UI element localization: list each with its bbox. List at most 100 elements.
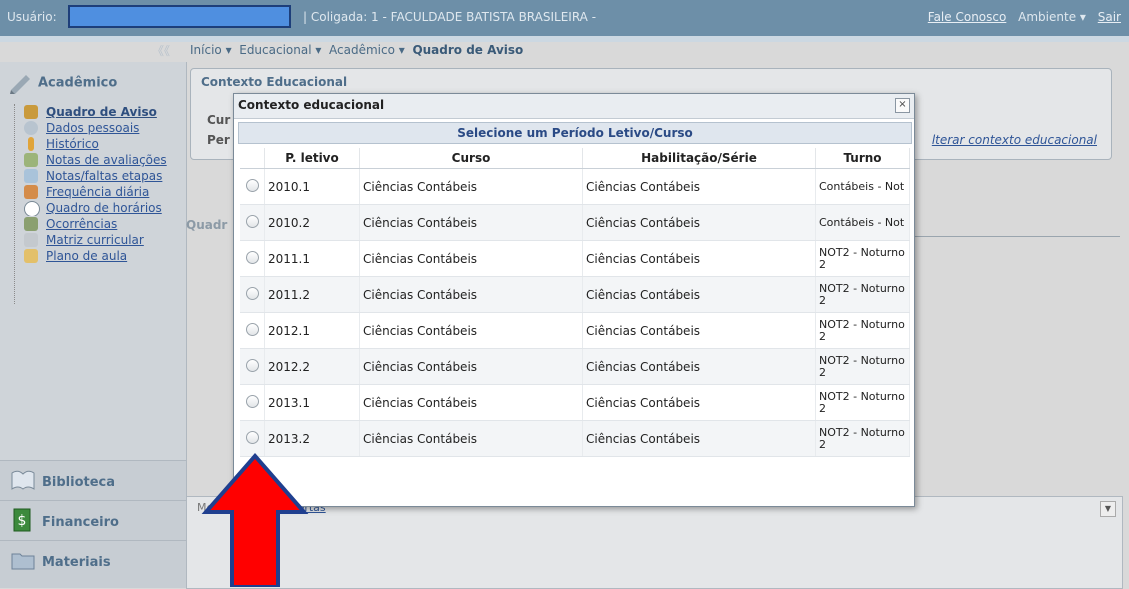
- curso-cell: Ciências Contábeis: [359, 384, 583, 421]
- users-icon: [24, 105, 38, 119]
- sidebar-item-frequencia[interactable]: Frequência diária: [16, 184, 196, 200]
- period-radio[interactable]: [245, 322, 259, 336]
- pen-icon: [24, 153, 38, 167]
- periods-table: P. letivo Curso Habilitação/Série Turno …: [240, 148, 910, 457]
- periodo-cell: 2012.1: [264, 312, 360, 349]
- period-radio[interactable]: [245, 430, 259, 444]
- sidebar-section-academico[interactable]: Acadêmico: [8, 70, 117, 96]
- table-row[interactable]: 2011.1 Ciências Contábeis Ciências Contá…: [240, 240, 910, 277]
- periodo-cell: 2010.1: [264, 168, 360, 205]
- sidebar-section-materiais[interactable]: Materiais: [0, 540, 186, 588]
- turno-cell: Contábeis - Not: [815, 204, 910, 241]
- sidebar-item-label: Matriz curricular: [46, 233, 144, 247]
- folder-icon: [11, 553, 35, 570]
- sidebar-item-historico[interactable]: Histórico: [16, 136, 196, 152]
- collapse-sidebar-icon[interactable]: 《《: [152, 42, 170, 59]
- table-header-row: P. letivo Curso Habilitação/Série Turno: [240, 148, 910, 169]
- sidebar-item-notas-faltas[interactable]: Notas/faltas etapas: [16, 168, 196, 184]
- breadcrumb-educacional[interactable]: Educacional ▾: [239, 43, 321, 57]
- periodo-cell: 2012.2: [264, 348, 360, 385]
- curso-cell: Ciências Contábeis: [359, 276, 583, 313]
- sidebar-item-label: Frequência diária: [46, 185, 150, 199]
- money-icon: $: [13, 508, 31, 532]
- table-row[interactable]: 2010.2 Ciências Contábeis Ciências Contá…: [240, 204, 910, 241]
- sidebar-section-financeiro[interactable]: $ Financeiro: [0, 500, 186, 541]
- person-icon: [24, 121, 38, 135]
- fale-conosco-link[interactable]: Fale Conosco: [928, 10, 1007, 24]
- table-row[interactable]: 2012.1 Ciências Contábeis Ciências Contá…: [240, 312, 910, 349]
- sidebar-item-dados-pessoais[interactable]: Dados pessoais: [16, 120, 196, 136]
- header-curso: Curso: [359, 148, 583, 169]
- breadcrumb-inicio[interactable]: Início ▾: [190, 43, 232, 57]
- turno-cell: NOT2 - Noturno 2: [815, 312, 910, 349]
- table-icon: [24, 169, 38, 183]
- habilitacao-cell: Ciências Contábeis: [582, 204, 816, 241]
- turno-cell: NOT2 - Noturno 2: [815, 240, 910, 277]
- table-row[interactable]: 2013.1 Ciências Contábeis Ciências Contá…: [240, 384, 910, 421]
- sidebar-item-label: Notas de avaliações: [46, 153, 167, 167]
- table-row[interactable]: 2012.2 Ciências Contábeis Ciências Contá…: [240, 348, 910, 385]
- modal-title: Contexto educacional: [238, 98, 385, 112]
- habilitacao-cell: Ciências Contábeis: [582, 168, 816, 205]
- period-radio[interactable]: [245, 394, 259, 408]
- sidebar-item-label: Notas/faltas etapas: [46, 169, 163, 183]
- turno-cell: NOT2 - Noturno 2: [815, 348, 910, 385]
- messages-panel: Mens Alertas ▼: [186, 496, 1123, 589]
- curso-cell: Ciências Contábeis: [359, 204, 583, 241]
- ambiente-menu[interactable]: Ambiente ▾: [1018, 10, 1086, 24]
- habilitacao-cell: Ciências Contábeis: [582, 384, 816, 421]
- radio-cell[interactable]: [240, 312, 265, 349]
- period-radio[interactable]: [245, 178, 259, 192]
- breadcrumb: Início ▾ Educacional ▾ Acadêmico ▾ Quadr…: [190, 43, 523, 57]
- sidebar-item-quadro-horarios[interactable]: Quadro de horários: [16, 200, 196, 216]
- breadcrumb-current: Quadro de Aviso: [412, 43, 524, 57]
- periodo-cell: 2010.2: [264, 204, 360, 241]
- table-row[interactable]: 2011.2 Ciências Contábeis Ciências Contá…: [240, 276, 910, 313]
- radio-cell[interactable]: [240, 384, 265, 421]
- top-bar: Usuário: | Coligada: 1 - FACULDADE BATIS…: [0, 0, 1129, 36]
- top-links: Fale Conosco Ambiente ▾ Sair: [928, 10, 1121, 24]
- sidebar-item-matriz[interactable]: Matriz curricular: [16, 232, 196, 248]
- breadcrumb-academico[interactable]: Acadêmico ▾: [329, 43, 405, 57]
- curso-cell: Ciências Contábeis: [359, 312, 583, 349]
- alterar-contexto-link[interactable]: lterar contexto educacional: [932, 133, 1097, 147]
- sidebar-section-biblioteca[interactable]: Biblioteca: [0, 460, 186, 501]
- academic-icon: [8, 70, 34, 96]
- sidebar-item-label: Quadro de Aviso: [46, 105, 157, 119]
- radio-cell[interactable]: [240, 168, 265, 205]
- sidebar: Acadêmico Quadro de Aviso Dados pessoais…: [0, 62, 187, 588]
- period-radio[interactable]: [245, 250, 259, 264]
- book-icon: [24, 249, 38, 263]
- sidebar-item-label: Ocorrências: [46, 217, 118, 231]
- sidebar-item-ocorrencias[interactable]: Ocorrências: [16, 216, 196, 232]
- sidebar-item-quadro-de-aviso[interactable]: Quadro de Aviso: [16, 104, 196, 120]
- period-radio[interactable]: [245, 358, 259, 372]
- radio-cell[interactable]: [240, 348, 265, 385]
- sair-link[interactable]: Sair: [1098, 10, 1121, 24]
- header-radio: [240, 148, 265, 169]
- turno-cell: NOT2 - Noturno 2: [815, 384, 910, 421]
- period-radio[interactable]: [245, 286, 259, 300]
- radio-cell[interactable]: [240, 240, 265, 277]
- habilitacao-cell: Ciências Contábeis: [582, 420, 816, 457]
- radio-cell[interactable]: [240, 204, 265, 241]
- header-periodo: P. letivo: [264, 148, 360, 169]
- sidebar-section-label: Financeiro: [42, 515, 119, 530]
- periodo-cell: 2011.1: [264, 240, 360, 277]
- sidebar-item-label: Dados pessoais: [46, 121, 140, 135]
- table-row[interactable]: 2013.2 Ciências Contábeis Ciências Contá…: [240, 420, 910, 457]
- chart-icon: [24, 185, 38, 199]
- sidebar-item-notas-avaliacoes[interactable]: Notas de avaliações: [16, 152, 196, 168]
- user-label: Usuário:: [7, 10, 57, 24]
- table-row[interactable]: 2010.1 Ciências Contábeis Ciências Contá…: [240, 168, 910, 205]
- panel-dropdown-icon[interactable]: ▼: [1100, 501, 1116, 517]
- close-icon[interactable]: ×: [895, 98, 910, 113]
- clock-icon: [24, 201, 40, 216]
- context-box-title: Contexto Educacional: [201, 75, 348, 89]
- sidebar-item-plano-aula[interactable]: Plano de aula: [16, 248, 196, 264]
- period-radio[interactable]: [245, 214, 259, 228]
- divider: [890, 236, 1120, 237]
- header-turno: Turno: [815, 148, 910, 169]
- periodo-label: Per: [207, 133, 230, 147]
- radio-cell[interactable]: [240, 276, 265, 313]
